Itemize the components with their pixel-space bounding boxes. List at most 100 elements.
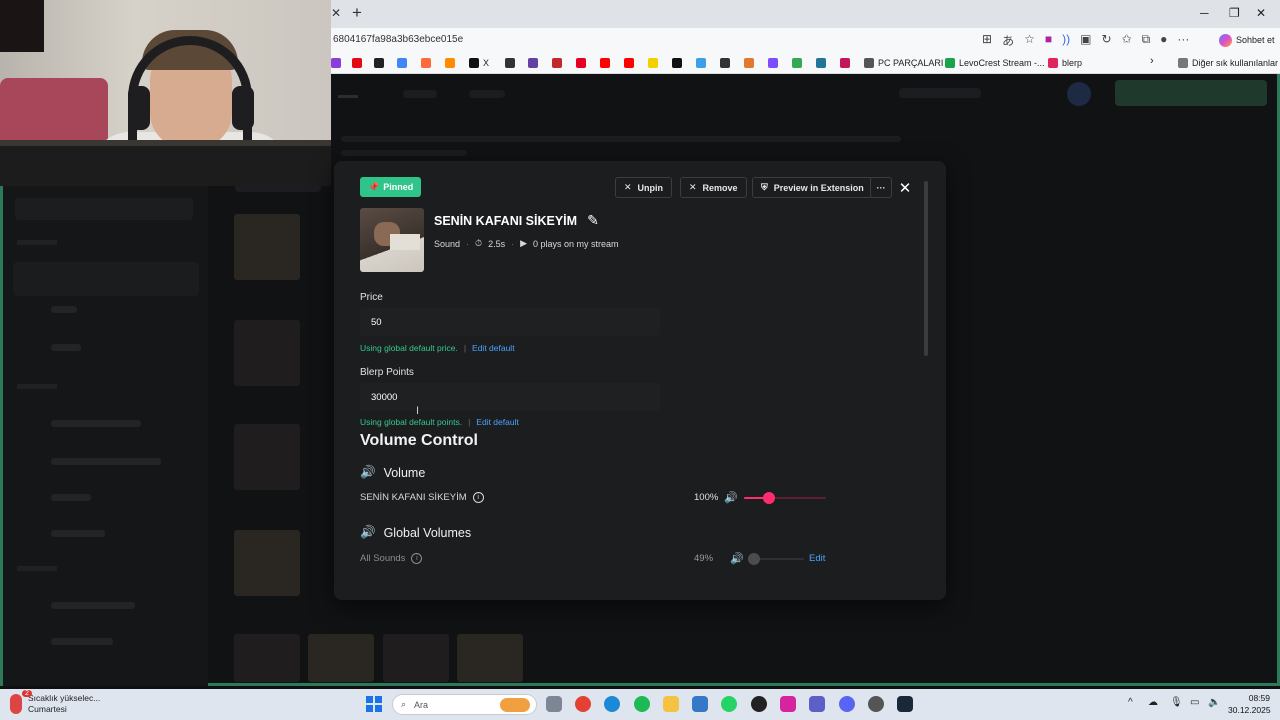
sound-meta: Sound · ⏱ 2.5s · ▶ 0 plays on my stream: [434, 238, 619, 249]
profile-avatar-icon[interactable]: ●: [1160, 32, 1167, 49]
bookmark-icon[interactable]: [648, 58, 658, 68]
folder-icon[interactable]: [864, 58, 874, 68]
more-options-button[interactable]: ···: [870, 177, 892, 198]
store-icon[interactable]: [692, 696, 708, 712]
bookmark-levocrest-label[interactable]: LevoCrest Stream -...: [959, 58, 1045, 68]
blerp-points-input[interactable]: 30000: [360, 383, 660, 411]
x-icon[interactable]: [469, 58, 479, 68]
bookmark-blerp-label[interactable]: blerp: [1062, 58, 1082, 68]
close-modal-icon[interactable]: ✕: [896, 177, 914, 198]
levocrest-icon[interactable]: [945, 58, 955, 68]
tab-close-icon[interactable]: ✕: [331, 6, 341, 20]
minimize-icon[interactable]: ─: [1200, 6, 1209, 20]
volume-control-heading: Volume Control: [360, 432, 478, 449]
google-icon[interactable]: [397, 58, 407, 68]
microphone-icon[interactable]: 🎙: [1170, 697, 1183, 708]
bookmark-icon[interactable]: [768, 58, 778, 68]
sound-thumbnail: [234, 424, 300, 490]
bookmark-icon[interactable]: [720, 58, 730, 68]
bookmark-icon[interactable]: [331, 58, 341, 68]
modal-scrollbar[interactable]: [924, 181, 928, 356]
bookmark-icon[interactable]: [421, 58, 431, 68]
close-icon: ✕: [689, 182, 697, 192]
info-icon[interactable]: i: [411, 553, 423, 564]
unpin-button[interactable]: ✕ Unpin: [615, 177, 673, 198]
chatgpt-icon[interactable]: [751, 696, 767, 712]
app-icon[interactable]: [868, 696, 884, 712]
separator-dot: ·: [466, 238, 470, 249]
clock-date: 30.12.2025: [1228, 705, 1271, 715]
extension-icon[interactable]: ■: [1045, 32, 1052, 49]
taskbar-search[interactable]: ⌕ Ara: [392, 694, 537, 715]
amazon-icon[interactable]: [374, 58, 384, 68]
bookmark-icon[interactable]: [445, 58, 455, 68]
network-icon[interactable]: ▭: [1190, 697, 1199, 708]
copilot-chat-button[interactable]: Sohbet et: [1214, 30, 1280, 50]
edge-icon[interactable]: [604, 696, 620, 712]
sound-thumbnail: [457, 634, 523, 682]
favorites-icon[interactable]: ✩: [1122, 32, 1132, 49]
bookmark-icon[interactable]: [792, 58, 802, 68]
sound-thumbnail: [234, 320, 300, 386]
favorite-star-icon[interactable]: ☆: [1024, 32, 1035, 49]
volume-icon[interactable]: 🔈: [1208, 697, 1220, 708]
chevron-right-icon[interactable]: ›: [1150, 55, 1154, 67]
remove-button[interactable]: ✕ Remove: [680, 177, 747, 198]
apps-icon[interactable]: ⊞: [982, 32, 992, 49]
steam-icon[interactable]: [897, 696, 913, 712]
discord-icon[interactable]: [839, 696, 855, 712]
new-tab-icon[interactable]: +: [352, 3, 362, 23]
nav-placeholder: [403, 90, 437, 98]
bookmark-pc-parts-label[interactable]: PC PARÇALARI: [878, 58, 943, 68]
edit-global-volume-link[interactable]: Edit: [809, 553, 825, 564]
instagram-icon[interactable]: [780, 696, 796, 712]
windows-start-icon[interactable]: [366, 696, 382, 712]
tray-chevron-icon[interactable]: ^: [1128, 697, 1133, 708]
clock[interactable]: 08:59 30.12.2025: [1228, 692, 1271, 716]
other-bookmarks-label[interactable]: Diğer sık kullanılanlar: [1192, 58, 1278, 68]
price-input[interactable]: 50: [360, 308, 660, 336]
bookmark-icon[interactable]: [552, 58, 562, 68]
blerp-points-label: Blerp Points: [360, 367, 414, 378]
bookmark-icon[interactable]: [672, 58, 682, 68]
extension-dark-icon[interactable]: ▣: [1080, 32, 1091, 49]
translate-icon[interactable]: あ: [1002, 32, 1014, 49]
extension-audio-icon[interactable]: )): [1062, 32, 1070, 49]
restore-icon[interactable]: ❐: [1229, 6, 1240, 20]
spotify-icon[interactable]: [634, 696, 650, 712]
wordpress-icon[interactable]: [816, 58, 826, 68]
chrome-icon[interactable]: [575, 696, 591, 712]
url-text[interactable]: 6804167fa98a3b63ebce015e: [333, 34, 463, 45]
info-icon[interactable]: i: [472, 492, 484, 503]
bookmark-icon[interactable]: [840, 58, 850, 68]
bookmark-icon[interactable]: [505, 58, 515, 68]
youtube-icon[interactable]: [600, 58, 610, 68]
blerp-icon[interactable]: [1048, 58, 1058, 68]
more-menu-icon[interactable]: ···: [1177, 32, 1189, 49]
bookmark-x-label[interactable]: X: [483, 58, 489, 68]
edit-pencil-icon[interactable]: ✎: [587, 212, 599, 229]
file-explorer-icon[interactable]: [663, 696, 679, 712]
pinned-badge: 📌 Pinned: [360, 177, 422, 197]
task-view-icon[interactable]: [546, 696, 562, 712]
text-placeholder: [341, 150, 467, 156]
bookmark-icon[interactable]: [696, 58, 706, 68]
collections-icon[interactable]: ⧉: [1142, 32, 1151, 49]
cloud-icon[interactable]: ☁: [1148, 697, 1158, 708]
edit-default-price-link[interactable]: Edit default: [472, 343, 515, 353]
preview-in-extension-button[interactable]: ⛨ Preview in Extension: [752, 177, 873, 198]
close-window-icon[interactable]: ✕: [1256, 6, 1266, 20]
teams-icon[interactable]: [809, 696, 825, 712]
edit-default-points-link[interactable]: Edit default: [476, 417, 519, 427]
speaker-icon[interactable]: 🔊: [724, 491, 738, 504]
refresh-icon[interactable]: ↻: [1101, 32, 1111, 49]
netflix-icon[interactable]: [352, 58, 362, 68]
pinterest-icon[interactable]: [576, 58, 586, 68]
youtube-icon[interactable]: [624, 58, 634, 68]
sound-thumbnail: [308, 634, 374, 682]
folder-icon[interactable]: [1178, 58, 1188, 68]
twitch-icon[interactable]: [528, 58, 538, 68]
bookmark-icon[interactable]: [744, 58, 754, 68]
whatsapp-icon[interactable]: [721, 696, 737, 712]
sound-volume-slider-knob[interactable]: [762, 492, 775, 504]
